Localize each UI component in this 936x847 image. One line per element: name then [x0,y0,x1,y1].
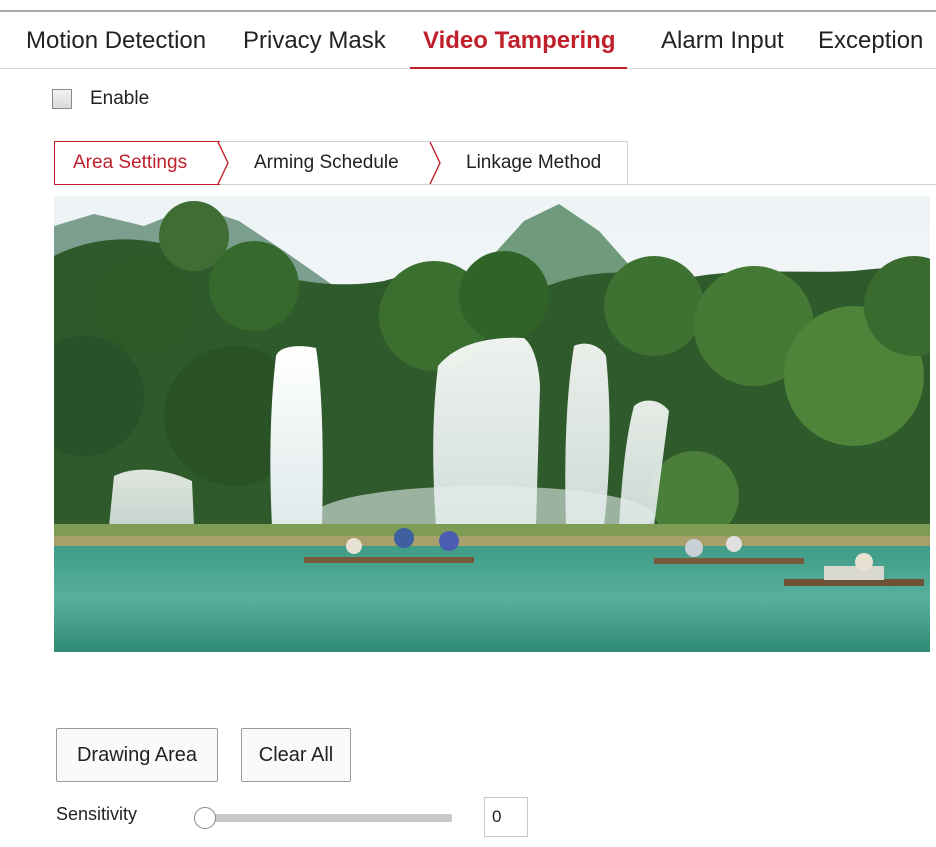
tab-privacy-mask[interactable]: Privacy Mask [243,12,386,68]
enable-label: Enable [90,88,150,109]
sensitivity-slider-thumb[interactable] [194,807,216,829]
main-tab-bar: Motion Detection Privacy Mask Video Tamp… [0,12,936,69]
sensitivity-slider-track[interactable] [206,814,452,822]
tab-alarm-input[interactable]: Alarm Input [661,12,784,68]
tab-video-tampering[interactable]: Video Tampering [409,12,628,69]
subtab-area-settings[interactable]: Area Settings [73,142,187,184]
subtab-arming-schedule[interactable]: Arming Schedule [254,142,399,184]
drawing-area-button[interactable]: Drawing Area [56,728,218,782]
sub-tab-bar: Area Settings Arming Schedule Linkage Me… [54,141,628,185]
live-view-image[interactable] [54,196,930,652]
tab-motion-detection[interactable]: Motion Detection [26,12,206,68]
subtab-divider [628,184,936,185]
sensitivity-value-input[interactable]: 0 [484,797,528,837]
waterfall-landscape-image [54,196,930,652]
chevron-right-icon [429,142,441,184]
sensitivity-label: Sensitivity [56,804,138,824]
tab-exception[interactable]: Exception [818,12,923,68]
chevron-right-icon [217,142,229,184]
clear-all-button[interactable]: Clear All [241,728,351,782]
subtab-linkage-method[interactable]: Linkage Method [466,142,601,184]
enable-checkbox[interactable] [52,89,72,109]
